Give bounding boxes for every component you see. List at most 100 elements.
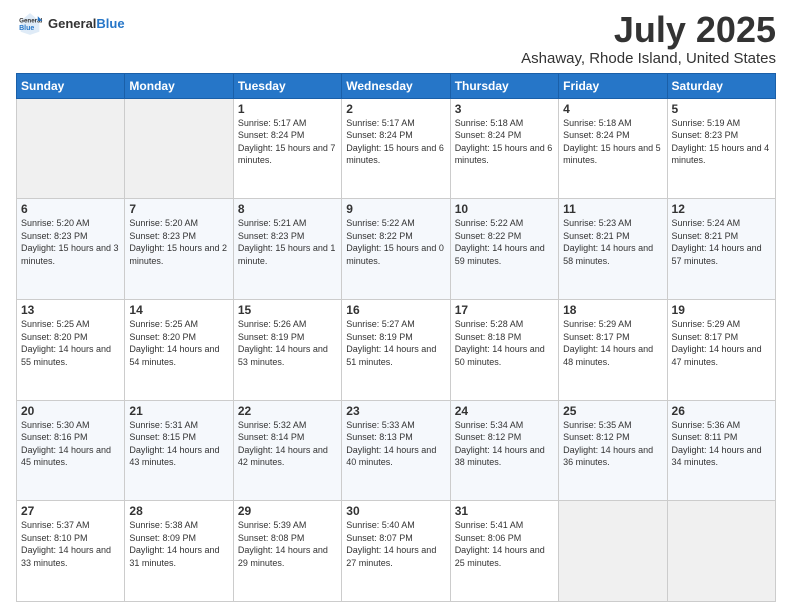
- day-number: 23: [346, 404, 445, 418]
- day-info: Sunrise: 5:18 AMSunset: 8:24 PMDaylight:…: [455, 117, 554, 167]
- day-info: Sunrise: 5:22 AMSunset: 8:22 PMDaylight:…: [346, 217, 445, 267]
- calendar-cell: 25Sunrise: 5:35 AMSunset: 8:12 PMDayligh…: [559, 400, 667, 501]
- calendar-cell: 12Sunrise: 5:24 AMSunset: 8:21 PMDayligh…: [667, 199, 775, 300]
- day-info: Sunrise: 5:41 AMSunset: 8:06 PMDaylight:…: [455, 519, 554, 569]
- day-number: 7: [129, 202, 228, 216]
- day-info: Sunrise: 5:31 AMSunset: 8:15 PMDaylight:…: [129, 419, 228, 469]
- calendar-cell: 16Sunrise: 5:27 AMSunset: 8:19 PMDayligh…: [342, 299, 450, 400]
- day-info: Sunrise: 5:21 AMSunset: 8:23 PMDaylight:…: [238, 217, 337, 267]
- day-number: 20: [21, 404, 120, 418]
- day-number: 19: [672, 303, 771, 317]
- logo-blue: Blue: [96, 16, 124, 31]
- day-info: Sunrise: 5:22 AMSunset: 8:22 PMDaylight:…: [455, 217, 554, 267]
- calendar-cell: 2Sunrise: 5:17 AMSunset: 8:24 PMDaylight…: [342, 98, 450, 199]
- day-number: 30: [346, 504, 445, 518]
- svg-text:Blue: Blue: [19, 25, 34, 32]
- day-number: 31: [455, 504, 554, 518]
- calendar-cell: 5Sunrise: 5:19 AMSunset: 8:23 PMDaylight…: [667, 98, 775, 199]
- calendar-header-row: Sunday Monday Tuesday Wednesday Thursday…: [17, 73, 776, 98]
- day-info: Sunrise: 5:17 AMSunset: 8:24 PMDaylight:…: [346, 117, 445, 167]
- calendar-cell: 10Sunrise: 5:22 AMSunset: 8:22 PMDayligh…: [450, 199, 558, 300]
- calendar-cell: 23Sunrise: 5:33 AMSunset: 8:13 PMDayligh…: [342, 400, 450, 501]
- day-info: Sunrise: 5:23 AMSunset: 8:21 PMDaylight:…: [563, 217, 662, 267]
- day-number: 29: [238, 504, 337, 518]
- day-info: Sunrise: 5:29 AMSunset: 8:17 PMDaylight:…: [672, 318, 771, 368]
- day-info: Sunrise: 5:34 AMSunset: 8:12 PMDaylight:…: [455, 419, 554, 469]
- day-number: 26: [672, 404, 771, 418]
- calendar-cell: 17Sunrise: 5:28 AMSunset: 8:18 PMDayligh…: [450, 299, 558, 400]
- day-info: Sunrise: 5:25 AMSunset: 8:20 PMDaylight:…: [129, 318, 228, 368]
- day-number: 25: [563, 404, 662, 418]
- day-info: Sunrise: 5:37 AMSunset: 8:10 PMDaylight:…: [21, 519, 120, 569]
- day-info: Sunrise: 5:36 AMSunset: 8:11 PMDaylight:…: [672, 419, 771, 469]
- calendar-cell: 28Sunrise: 5:38 AMSunset: 8:09 PMDayligh…: [125, 501, 233, 602]
- day-info: Sunrise: 5:20 AMSunset: 8:23 PMDaylight:…: [129, 217, 228, 267]
- day-number: 5: [672, 102, 771, 116]
- day-info: Sunrise: 5:38 AMSunset: 8:09 PMDaylight:…: [129, 519, 228, 569]
- day-info: Sunrise: 5:18 AMSunset: 8:24 PMDaylight:…: [563, 117, 662, 167]
- calendar-cell: 20Sunrise: 5:30 AMSunset: 8:16 PMDayligh…: [17, 400, 125, 501]
- day-info: Sunrise: 5:27 AMSunset: 8:19 PMDaylight:…: [346, 318, 445, 368]
- logo: General Blue GeneralBlue: [16, 10, 125, 38]
- calendar-week-1: 1Sunrise: 5:17 AMSunset: 8:24 PMDaylight…: [17, 98, 776, 199]
- calendar-cell: 4Sunrise: 5:18 AMSunset: 8:24 PMDaylight…: [559, 98, 667, 199]
- day-number: 13: [21, 303, 120, 317]
- calendar-cell: 30Sunrise: 5:40 AMSunset: 8:07 PMDayligh…: [342, 501, 450, 602]
- calendar-cell: 31Sunrise: 5:41 AMSunset: 8:06 PMDayligh…: [450, 501, 558, 602]
- day-info: Sunrise: 5:17 AMSunset: 8:24 PMDaylight:…: [238, 117, 337, 167]
- calendar-cell: 1Sunrise: 5:17 AMSunset: 8:24 PMDaylight…: [233, 98, 341, 199]
- day-info: Sunrise: 5:29 AMSunset: 8:17 PMDaylight:…: [563, 318, 662, 368]
- day-number: 2: [346, 102, 445, 116]
- calendar-cell: 9Sunrise: 5:22 AMSunset: 8:22 PMDaylight…: [342, 199, 450, 300]
- day-number: 21: [129, 404, 228, 418]
- title-block: July 2025 Ashaway, Rhode Island, United …: [521, 10, 776, 67]
- col-thursday: Thursday: [450, 73, 558, 98]
- calendar-cell: 11Sunrise: 5:23 AMSunset: 8:21 PMDayligh…: [559, 199, 667, 300]
- day-number: 16: [346, 303, 445, 317]
- calendar-cell: 13Sunrise: 5:25 AMSunset: 8:20 PMDayligh…: [17, 299, 125, 400]
- day-number: 10: [455, 202, 554, 216]
- col-monday: Monday: [125, 73, 233, 98]
- calendar-cell: 3Sunrise: 5:18 AMSunset: 8:24 PMDaylight…: [450, 98, 558, 199]
- calendar-cell: 26Sunrise: 5:36 AMSunset: 8:11 PMDayligh…: [667, 400, 775, 501]
- day-number: 18: [563, 303, 662, 317]
- day-number: 15: [238, 303, 337, 317]
- page-title: July 2025: [521, 10, 776, 50]
- page-subtitle: Ashaway, Rhode Island, United States: [521, 50, 776, 67]
- day-info: Sunrise: 5:25 AMSunset: 8:20 PMDaylight:…: [21, 318, 120, 368]
- day-number: 12: [672, 202, 771, 216]
- logo-general: General: [48, 16, 96, 31]
- day-number: 3: [455, 102, 554, 116]
- calendar-cell: 18Sunrise: 5:29 AMSunset: 8:17 PMDayligh…: [559, 299, 667, 400]
- calendar-week-5: 27Sunrise: 5:37 AMSunset: 8:10 PMDayligh…: [17, 501, 776, 602]
- header: General Blue GeneralBlue July 2025 Ashaw…: [16, 10, 776, 67]
- calendar-cell: 15Sunrise: 5:26 AMSunset: 8:19 PMDayligh…: [233, 299, 341, 400]
- day-number: 22: [238, 404, 337, 418]
- calendar-cell: [17, 98, 125, 199]
- day-info: Sunrise: 5:39 AMSunset: 8:08 PMDaylight:…: [238, 519, 337, 569]
- day-info: Sunrise: 5:20 AMSunset: 8:23 PMDaylight:…: [21, 217, 120, 267]
- calendar-cell: 14Sunrise: 5:25 AMSunset: 8:20 PMDayligh…: [125, 299, 233, 400]
- logo-icon: General Blue: [16, 10, 44, 38]
- col-friday: Friday: [559, 73, 667, 98]
- day-info: Sunrise: 5:40 AMSunset: 8:07 PMDaylight:…: [346, 519, 445, 569]
- calendar-week-4: 20Sunrise: 5:30 AMSunset: 8:16 PMDayligh…: [17, 400, 776, 501]
- day-info: Sunrise: 5:19 AMSunset: 8:23 PMDaylight:…: [672, 117, 771, 167]
- calendar-cell: [559, 501, 667, 602]
- day-number: 17: [455, 303, 554, 317]
- calendar-cell: 24Sunrise: 5:34 AMSunset: 8:12 PMDayligh…: [450, 400, 558, 501]
- day-number: 24: [455, 404, 554, 418]
- calendar-cell: [125, 98, 233, 199]
- day-number: 11: [563, 202, 662, 216]
- day-info: Sunrise: 5:30 AMSunset: 8:16 PMDaylight:…: [21, 419, 120, 469]
- day-number: 1: [238, 102, 337, 116]
- day-info: Sunrise: 5:33 AMSunset: 8:13 PMDaylight:…: [346, 419, 445, 469]
- col-sunday: Sunday: [17, 73, 125, 98]
- day-info: Sunrise: 5:24 AMSunset: 8:21 PMDaylight:…: [672, 217, 771, 267]
- day-info: Sunrise: 5:26 AMSunset: 8:19 PMDaylight:…: [238, 318, 337, 368]
- col-wednesday: Wednesday: [342, 73, 450, 98]
- day-number: 4: [563, 102, 662, 116]
- day-number: 8: [238, 202, 337, 216]
- col-tuesday: Tuesday: [233, 73, 341, 98]
- day-info: Sunrise: 5:35 AMSunset: 8:12 PMDaylight:…: [563, 419, 662, 469]
